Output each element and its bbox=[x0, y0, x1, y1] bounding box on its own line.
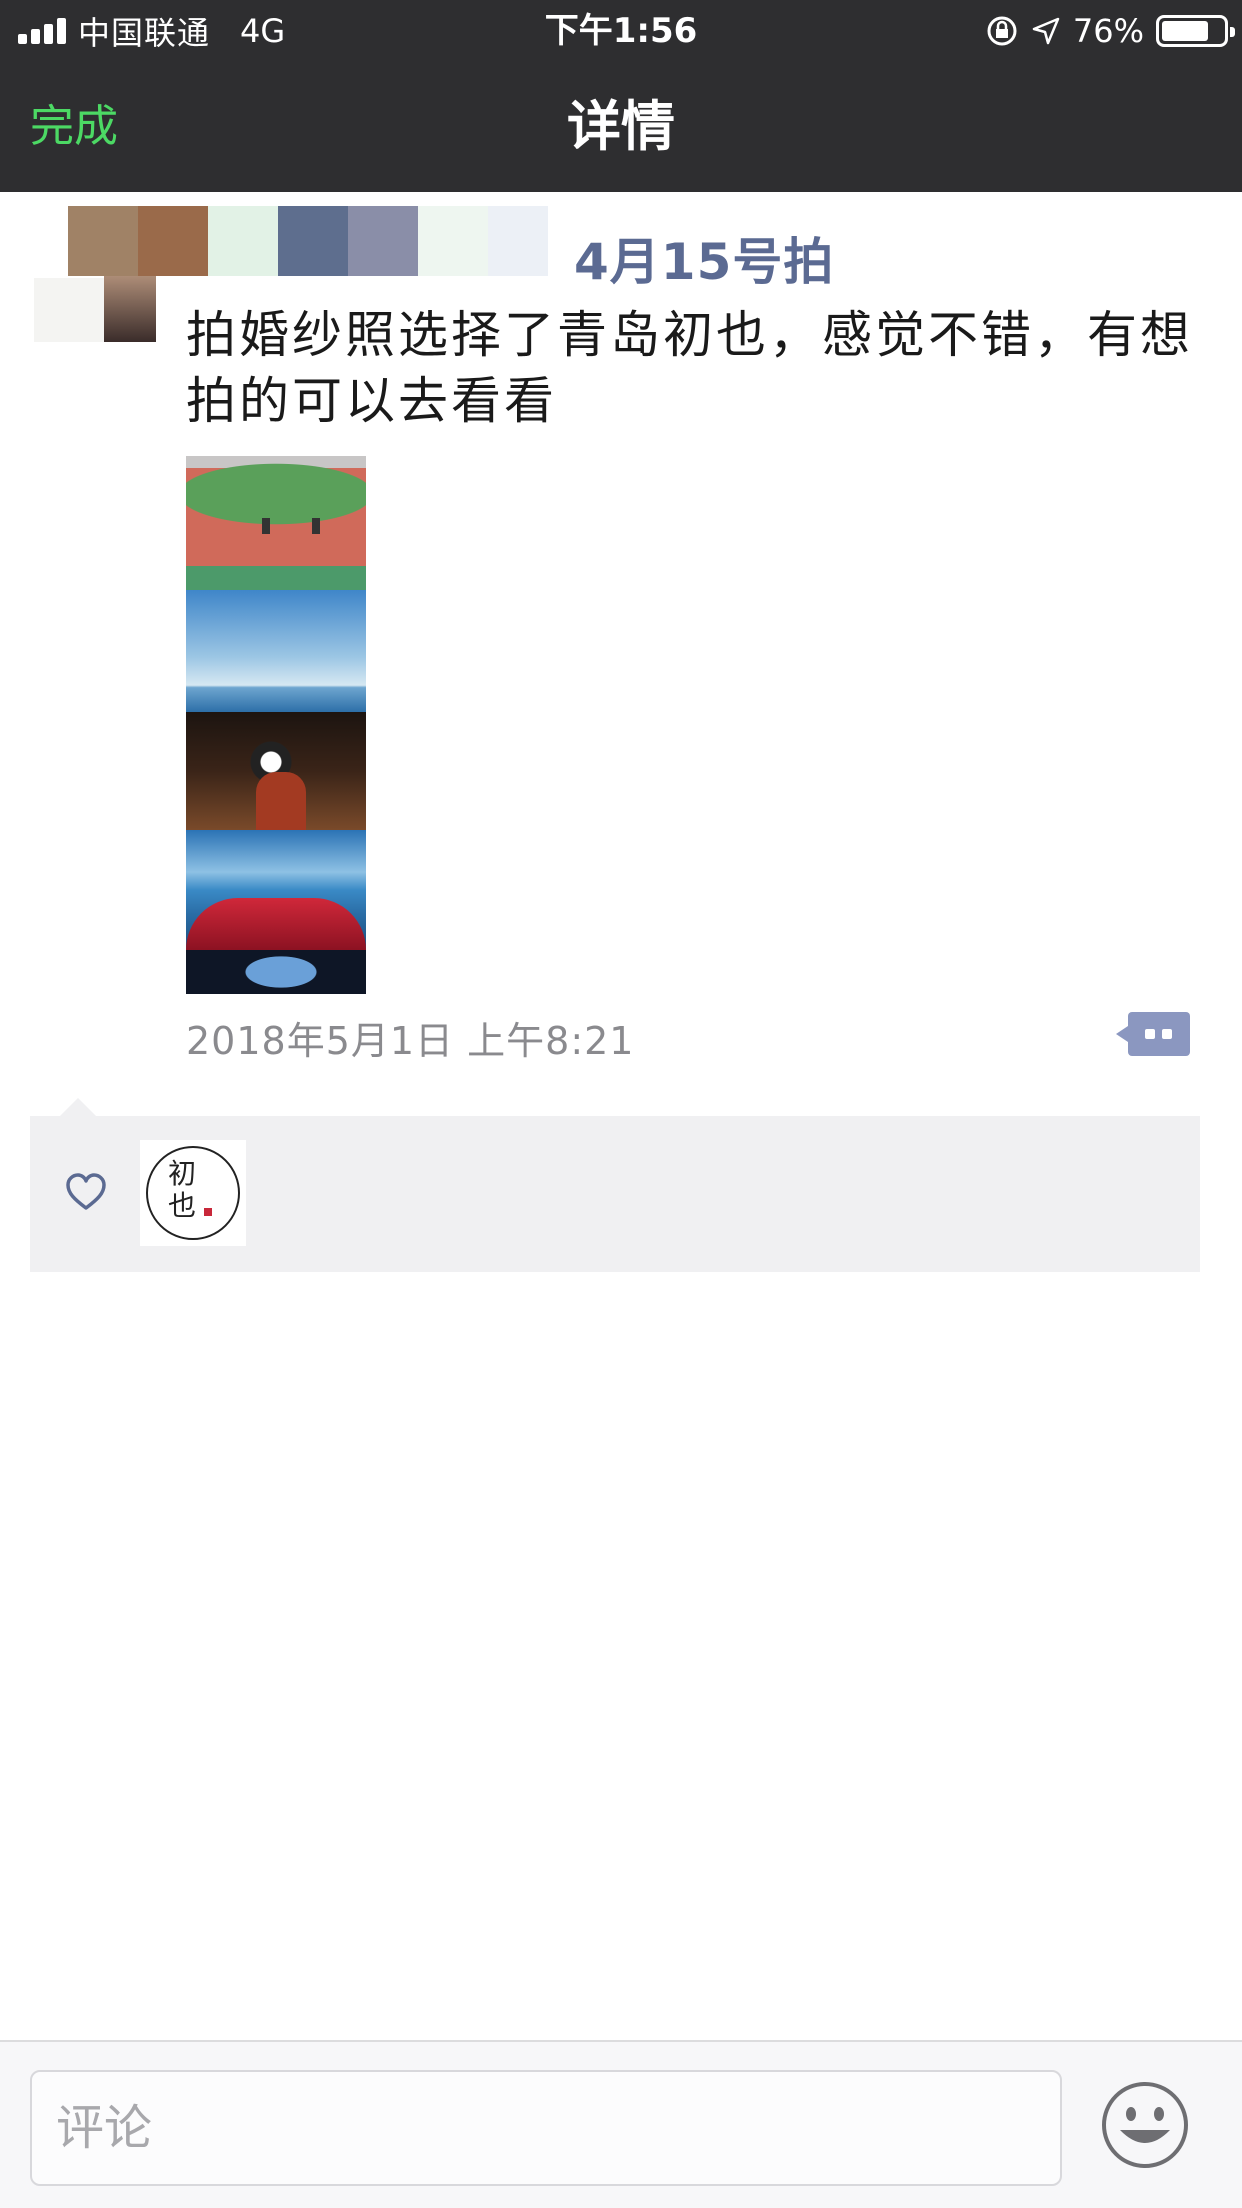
username-mosaic bbox=[68, 206, 548, 276]
battery-percent: 76% bbox=[1072, 12, 1144, 50]
comment-input[interactable] bbox=[30, 2070, 1062, 2186]
status-right: 76% bbox=[985, 0, 1235, 62]
battery-icon bbox=[1156, 15, 1235, 47]
photo-sky-scene bbox=[186, 590, 366, 712]
heart-icon bbox=[66, 1173, 106, 1210]
liker-avatar[interactable]: 初也 bbox=[140, 1140, 246, 1246]
page-title: 详情 bbox=[567, 95, 675, 158]
likes-pointer bbox=[60, 1098, 96, 1116]
photo-track-scene bbox=[186, 456, 366, 590]
status-bar: 中国联通 4G 下午1:56 76% bbox=[0, 0, 1242, 62]
post-image[interactable] bbox=[186, 456, 366, 994]
post-timestamp: 2018年5月1日 上午8:21 bbox=[186, 1019, 635, 1063]
post-text: 拍婚纱照选择了青岛初也，感觉不错，有想拍的可以去看看 bbox=[186, 306, 1193, 430]
location-arrow-icon bbox=[1032, 17, 1060, 45]
likes-panel: 初也 bbox=[30, 1116, 1200, 1272]
battery-fill bbox=[1162, 21, 1208, 41]
nav-bar: 完成 详情 bbox=[0, 62, 1242, 192]
liker-avatar-logo: 初也 bbox=[168, 1157, 197, 1222]
rotation-lock-icon bbox=[987, 16, 1017, 46]
comment-action-icon[interactable] bbox=[1116, 1012, 1190, 1056]
photo-night-scene bbox=[186, 712, 366, 830]
poster-name[interactable]: 4月15号拍 bbox=[574, 222, 834, 294]
photo-umbrella-scene bbox=[186, 950, 366, 994]
photo-sea-scene bbox=[186, 830, 366, 950]
emoji-smile-icon[interactable] bbox=[1100, 2080, 1190, 2170]
comment-bar bbox=[0, 2040, 1242, 2208]
